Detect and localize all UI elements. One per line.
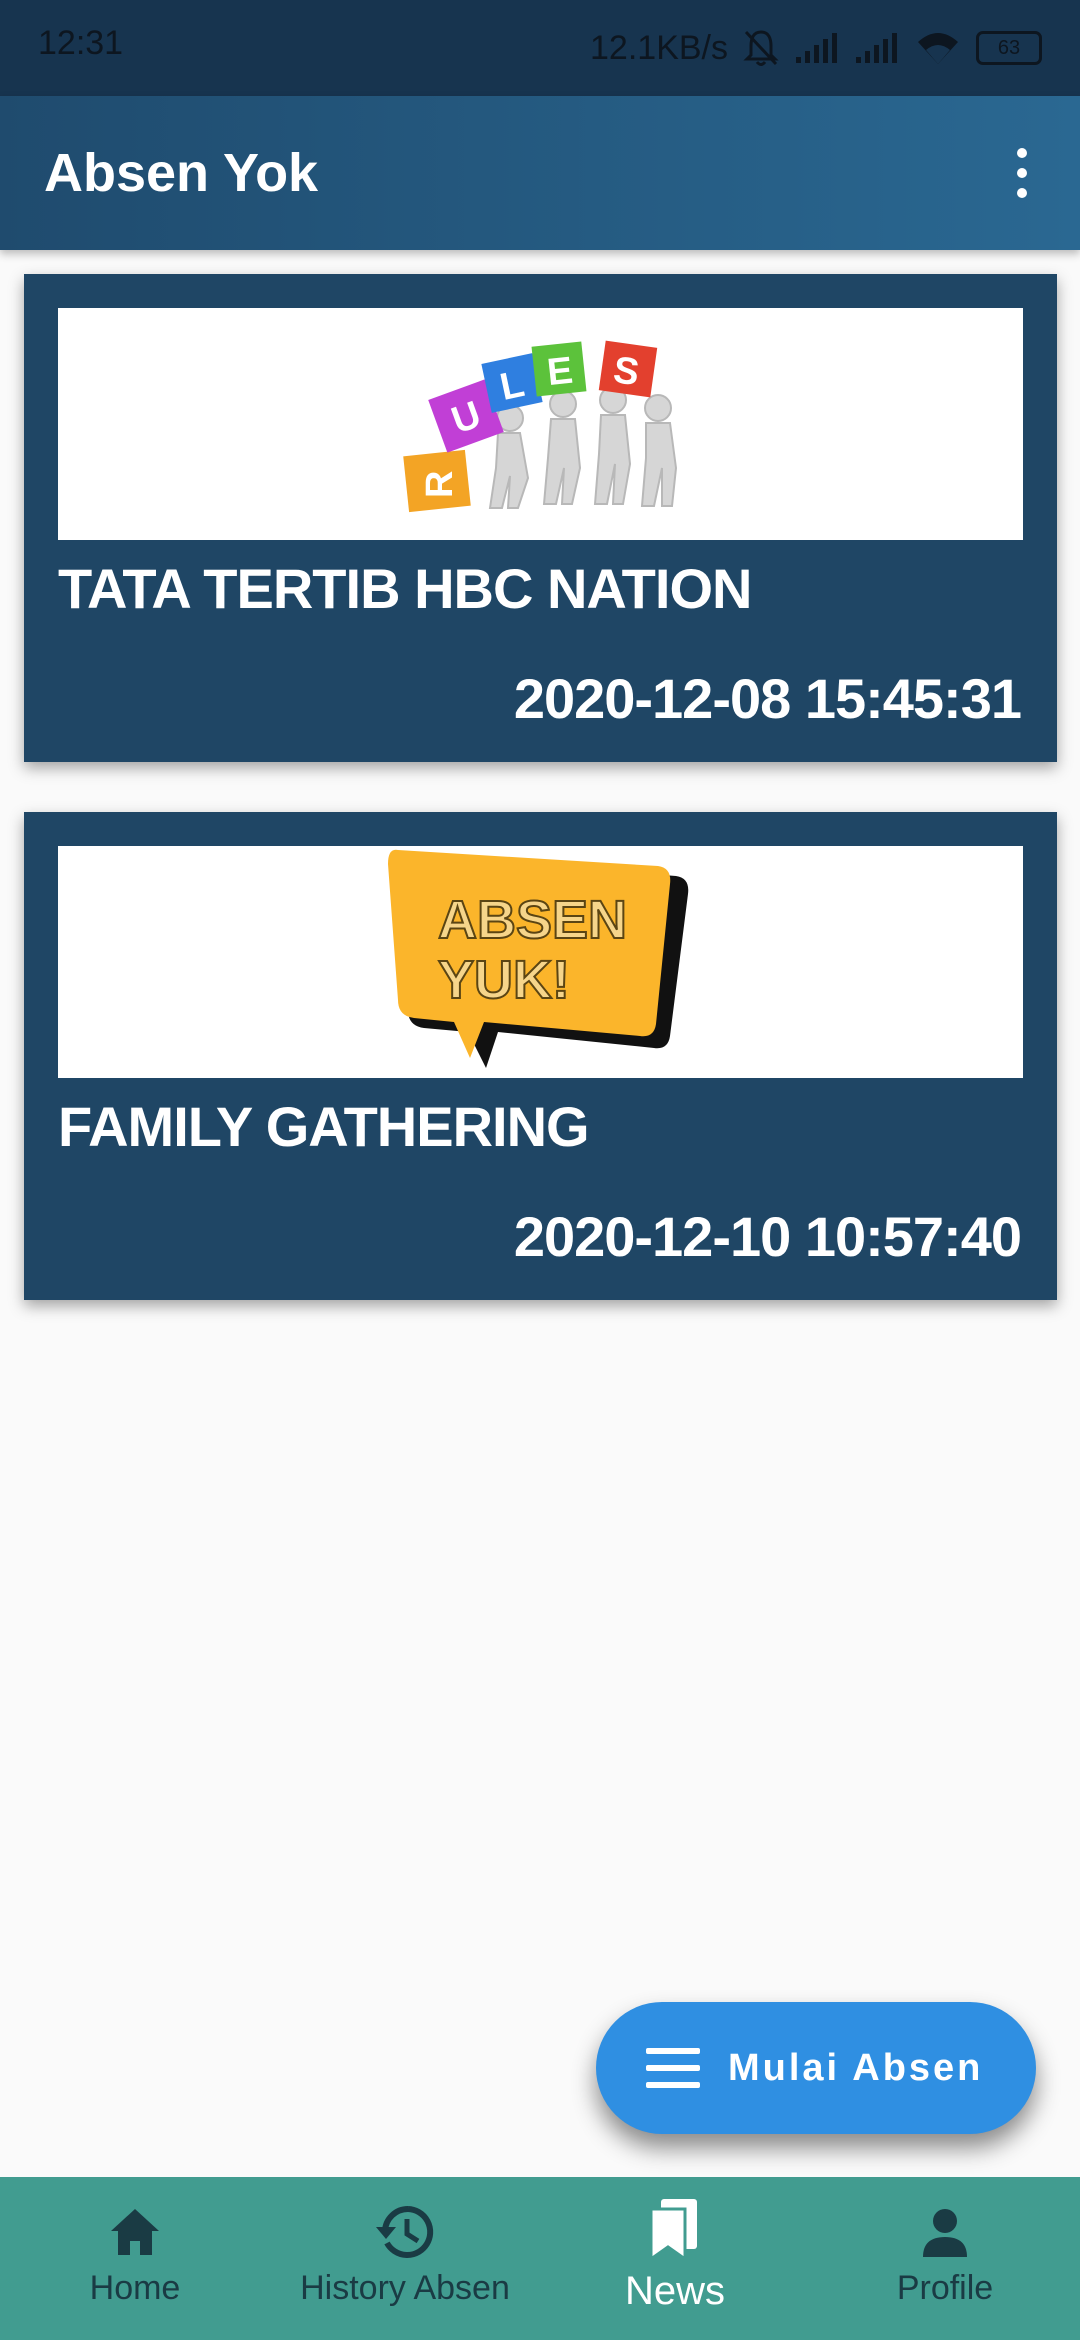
nav-item-home[interactable]: Home	[40, 2177, 230, 2340]
news-datetime: 2020-12-08 15:45:31	[513, 667, 1022, 730]
status-icons: 12.1KB/s 63	[590, 22, 1042, 74]
bottom-navigation: Home History Absen News Profile	[0, 2177, 1080, 2340]
nav-label-news: News	[624, 2269, 726, 2313]
wifi-icon	[918, 33, 958, 64]
absen-yuk-illustration: ABSEN YUK!	[388, 846, 693, 1078]
news-card[interactable]: ABSEN YUK! FAMILY GATHERING 2020-12-10 1…	[24, 812, 1057, 1300]
news-image-rules: R U L E S	[58, 308, 1023, 540]
news-title: TATA TERTIB HBC NATION	[58, 557, 752, 620]
history-icon	[376, 2205, 434, 2258]
book-icon	[649, 2199, 697, 2262]
news-image-absen-yuk: ABSEN YUK!	[58, 846, 1023, 1078]
nav-item-news[interactable]: News	[580, 2177, 770, 2340]
nav-label-home: Home	[89, 2269, 181, 2307]
app-title: Absen Yok	[44, 143, 319, 203]
bubble-text: ABSEN	[438, 890, 627, 950]
rules-letter: R	[419, 471, 461, 498]
bubble-text: YUK!	[438, 950, 570, 1010]
rules-illustration: R U L E S	[363, 308, 723, 540]
nav-item-profile[interactable]: Profile	[850, 2177, 1040, 2340]
person-icon	[923, 2209, 967, 2257]
status-bar: 12:31 12.1KB/s 63	[0, 0, 1080, 96]
news-card[interactable]: R U L E S TATA TERTIB HBC NATION 2020-12…	[24, 274, 1057, 762]
more-vert-icon[interactable]	[994, 140, 1050, 206]
rules-letter: E	[545, 350, 575, 394]
nav-label-history-absen: History Absen	[300, 2269, 510, 2307]
nav-label-profile: Profile	[896, 2269, 994, 2307]
home-icon	[111, 2209, 159, 2255]
battery-icon: 63	[976, 31, 1042, 65]
app-bar: Absen Yok	[0, 96, 1080, 250]
news-title: FAMILY GATHERING	[58, 1095, 590, 1158]
signal-icon	[856, 33, 897, 63]
network-speed: 12.1KB/s	[590, 28, 728, 67]
news-datetime: 2020-12-10 10:57:40	[513, 1205, 1022, 1268]
battery-level: 63	[997, 36, 1021, 59]
fab-label: Mulai Absen	[728, 2046, 984, 2089]
signal-icon	[796, 33, 837, 63]
mute-bell-icon	[743, 30, 779, 66]
nav-item-history-absen[interactable]: History Absen	[280, 2177, 530, 2340]
status-time: 12:31	[38, 24, 124, 62]
mulai-absen-button[interactable]: Mulai Absen	[596, 2002, 1036, 2134]
menu-icon	[646, 2048, 700, 2088]
